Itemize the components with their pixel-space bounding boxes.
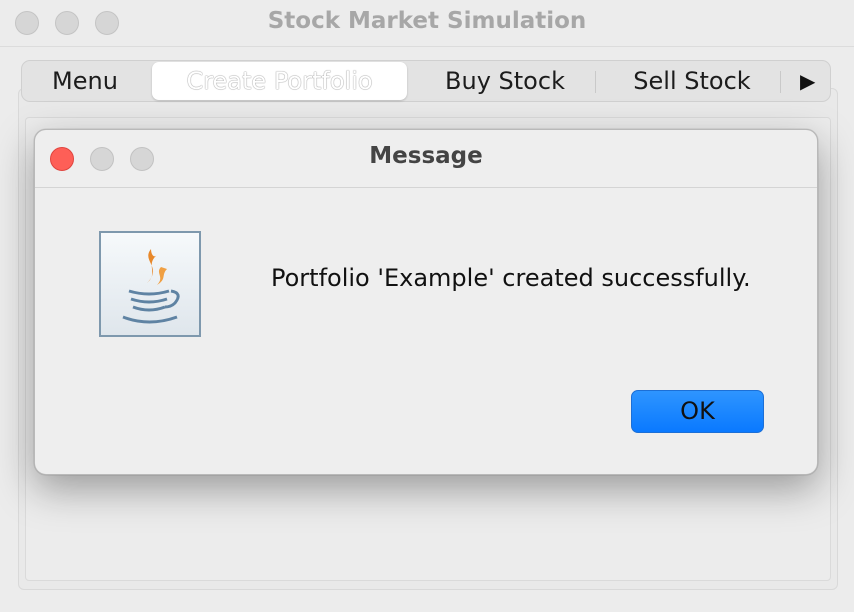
tab-overflow-arrow-icon[interactable]: ▶ xyxy=(800,61,815,101)
tab-buy-stock[interactable]: Buy Stock xyxy=(426,61,584,101)
dialog-titlebar: Message xyxy=(35,130,817,188)
message-dialog: Message Portfolio 'Example' created succ… xyxy=(34,129,818,475)
tab-separator xyxy=(595,71,596,93)
tab-bar: Menu Create Portfolio Buy Stock Sell Sto… xyxy=(21,60,831,102)
tab-menu[interactable]: Menu xyxy=(30,61,140,101)
ok-button[interactable]: OK xyxy=(631,390,764,433)
dialog-message: Portfolio 'Example' created successfully… xyxy=(271,264,751,292)
tab-separator xyxy=(780,71,781,93)
tab-sell-stock[interactable]: Sell Stock xyxy=(612,61,772,101)
window-titlebar: Stock Market Simulation xyxy=(0,0,854,47)
window-title: Stock Market Simulation xyxy=(267,8,587,34)
java-coffee-cup-icon xyxy=(99,231,201,337)
dialog-title: Message xyxy=(369,143,483,169)
tab-create-portfolio[interactable]: Create Portfolio xyxy=(152,62,407,100)
